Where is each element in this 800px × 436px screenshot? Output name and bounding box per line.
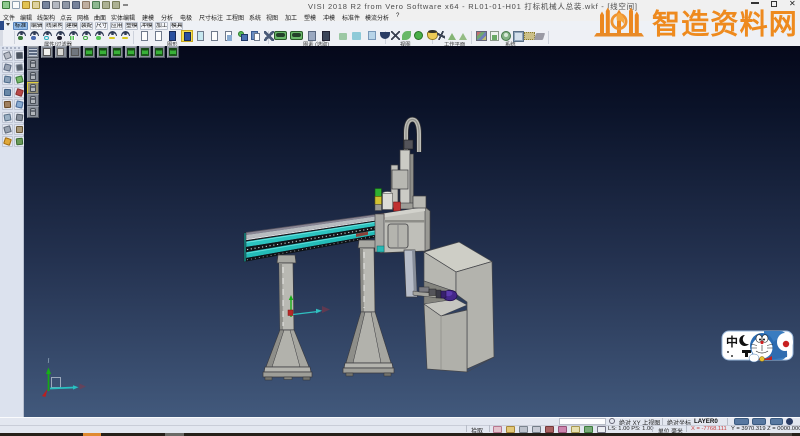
svg-text:中: 中 [726,334,738,349]
svg-text:智造资料网: 智造资料网 [652,9,798,40]
